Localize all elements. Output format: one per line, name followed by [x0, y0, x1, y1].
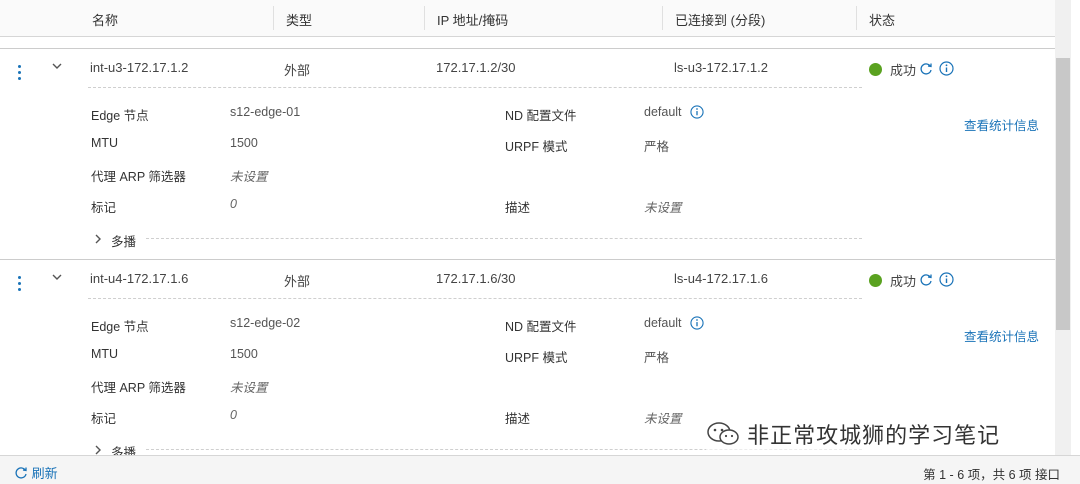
nd-profile-value: default [644, 105, 682, 119]
tag-label: 标记 [91, 201, 117, 215]
mtu-label: MTU [91, 136, 119, 150]
nd-profile-label: ND 配置文件 [505, 109, 577, 123]
chevron-down-icon[interactable] [52, 272, 62, 282]
urpf-mode-value: 严格 [644, 351, 670, 365]
description-label: 描述 [505, 412, 531, 426]
refresh-icon [15, 467, 27, 479]
view-statistics-link[interactable]: 查看统计信息 [964, 326, 1039, 345]
grid-footer: 刷新 第 1 - 6 项，共 6 项 接口 [0, 455, 1080, 484]
tag-value: 0 [230, 197, 237, 211]
column-header-ip[interactable]: IP 地址/掩码 [437, 10, 508, 29]
refresh-button[interactable]: 刷新 [14, 463, 58, 482]
row-actions-icon[interactable] [18, 273, 24, 294]
proxy-arp-label: 代理 ARP 筛选器 [91, 381, 186, 395]
watermark: 非正常攻城狮的学习笔记 [706, 418, 1001, 450]
nd-profile-label: ND 配置文件 [505, 320, 577, 334]
column-header-type[interactable]: 类型 [286, 10, 312, 29]
chevron-right-icon[interactable] [93, 234, 103, 244]
row-ip: 172.17.1.6/30 [436, 271, 516, 286]
row-connected: ls-u3-172.17.1.2 [674, 60, 768, 75]
edge-node-value: s12-edge-01 [230, 105, 301, 119]
description-value: 未设置 [644, 412, 682, 426]
grid-header: 名称 类型 IP 地址/掩码 已连接到 (分段) 状态 [0, 0, 1055, 37]
table-row: int-u3-172.17.1.2 外部 172.17.1.2/30 ls-u3… [0, 48, 1055, 261]
column-header-name[interactable]: 名称 [92, 10, 118, 29]
tag-value: 0 [230, 408, 237, 422]
proxy-arp-value: 未设置 [230, 381, 268, 395]
description-value: 未设置 [644, 201, 682, 215]
status-text: 成功 [890, 274, 917, 289]
row-actions-icon[interactable] [18, 62, 24, 83]
status-text: 成功 [890, 63, 917, 78]
edge-node-value: s12-edge-02 [230, 316, 301, 330]
urpf-mode-label: URPF 模式 [505, 140, 568, 154]
chevron-right-icon[interactable] [93, 445, 103, 455]
row-name: int-u4-172.17.1.6 [90, 271, 189, 286]
view-statistics-link[interactable]: 查看统计信息 [964, 115, 1039, 134]
row-type: 外部 [284, 63, 311, 78]
interfaces-datagrid: 名称 类型 IP 地址/掩码 已连接到 (分段) 状态 int-u3-172.1… [0, 0, 1055, 455]
chevron-down-icon[interactable] [52, 61, 62, 71]
info-icon[interactable] [939, 61, 954, 76]
status-success-icon [869, 63, 882, 76]
vertical-scrollbar[interactable] [1055, 0, 1071, 455]
wechat-logo-icon [707, 422, 739, 445]
edge-node-label: Edge 节点 [91, 109, 149, 123]
tag-label: 标记 [91, 412, 117, 426]
refresh-status-icon[interactable] [919, 273, 933, 287]
nd-profile-value: default [644, 316, 682, 330]
column-header-connected[interactable]: 已连接到 (分段) [675, 10, 765, 29]
description-label: 描述 [505, 201, 531, 215]
row-name: int-u3-172.17.1.2 [90, 60, 189, 75]
watermark-text: 非正常攻城狮的学习笔记 [747, 423, 1001, 448]
info-icon[interactable] [690, 105, 704, 119]
urpf-mode-value: 严格 [644, 140, 670, 154]
mtu-value: 1500 [230, 136, 258, 150]
refresh-label: 刷新 [31, 466, 58, 481]
mtu-value: 1500 [230, 347, 258, 361]
urpf-mode-label: URPF 模式 [505, 351, 568, 365]
status-success-icon [869, 274, 882, 287]
scrollbar-thumb[interactable] [1056, 58, 1070, 330]
info-icon[interactable] [690, 316, 704, 330]
row-connected: ls-u4-172.17.1.6 [674, 271, 768, 286]
multicast-section-toggle[interactable]: 多播 [111, 442, 136, 455]
pagination-info: 第 1 - 6 项，共 6 项 接口 [923, 468, 1060, 482]
proxy-arp-label: 代理 ARP 筛选器 [91, 170, 186, 184]
column-header-status[interactable]: 状态 [869, 10, 895, 29]
refresh-status-icon[interactable] [919, 62, 933, 76]
proxy-arp-value: 未设置 [230, 170, 268, 184]
row-type: 外部 [284, 274, 311, 289]
row-ip: 172.17.1.2/30 [436, 60, 516, 75]
info-icon[interactable] [939, 272, 954, 287]
multicast-section-toggle[interactable]: 多播 [111, 231, 136, 250]
mtu-label: MTU [91, 347, 119, 361]
edge-node-label: Edge 节点 [91, 320, 149, 334]
